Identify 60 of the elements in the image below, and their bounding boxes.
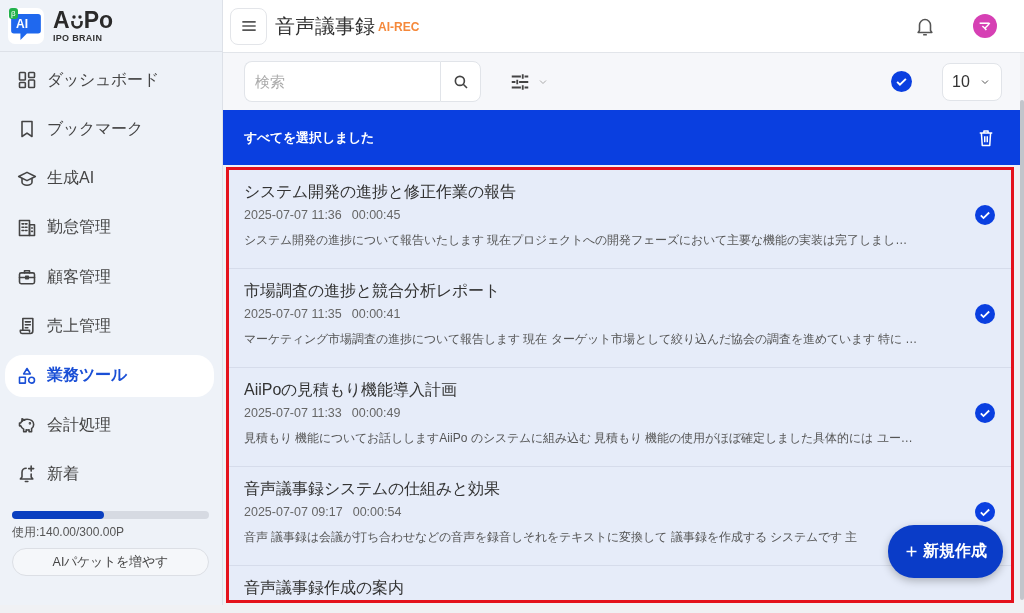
beta-badge: β <box>9 7 18 19</box>
duration-text: 00:00:41 <box>351 307 401 321</box>
search-field[interactable]: 検索 <box>244 61 440 102</box>
recording-title: 市場調査の進捗と競合分析レポート <box>244 281 500 301</box>
logo-tagline: IPO BRAIN <box>53 33 104 44</box>
nav-item[interactable]: 売上管理 <box>5 305 214 348</box>
shapes-icon <box>17 365 37 386</box>
duration-text: 00:00:49 <box>351 406 401 420</box>
date-text: 2025-07-07 11:35 <box>244 307 342 321</box>
page-size-select[interactable]: 10 <box>942 62 1002 101</box>
recording-title: 音声議事録作成の案内 <box>244 578 404 598</box>
nav-item[interactable]: ダッシュボード <box>5 59 214 101</box>
duration-text: 00:00:45 <box>351 208 401 222</box>
nav-item[interactable]: 会計処理 <box>5 404 214 447</box>
date-text: 2025-07-07 11:33 <box>244 406 342 420</box>
recording-row[interactable]: 音声議事録作成の案内 <box>229 566 1011 600</box>
nav-item[interactable]: 業務ツール <box>5 354 214 397</box>
snippet-text: 見積もり 機能についてお話ししますAiiPo のシステムに組み込む 見積もり 機能の使用がほぼ確定しました具体的には ユー… <box>244 430 913 447</box>
snippet-text: マーケティング市場調査の進捗について報告します 現在 ターゲット市場として絞り込んだ協会の調査を進めています 特に … <box>244 331 918 348</box>
grid-icon <box>17 70 37 90</box>
check-circle-icon[interactable] <box>975 304 995 324</box>
recording-row[interactable]: AiiPoの見積もり機能導入計画 2025-07-07 11:33 00:00:49 見積もり 機能についてお話ししますAiiPo のシステムに組み込む 見積もり 機能の使用がほぼ確定しました具体的には ユー… <box>229 368 1011 467</box>
check-circle-icon[interactable] <box>975 403 995 423</box>
duration-text: 00:00:54 <box>352 505 402 519</box>
receipt-icon <box>17 316 37 337</box>
plus-icon <box>904 544 919 559</box>
date-text: 2025-07-07 11:36 <box>244 208 342 222</box>
recording-row[interactable]: 市場調査の進捗と競合分析レポート 2025-07-07 11:35 00:00:41 マーケティング市場調査の進捗について報告します 現在 ターゲット市場として絞り込んだ協会の調査を進めています 特に … <box>229 269 1011 368</box>
snippet-text: システム開発の進捗について報告いたします 現在プロジェクトへの開発フェーズにおいて主要な機能の実装は完了しまし… <box>244 232 908 249</box>
date-text: 2025-07-07 09:17 <box>244 505 343 519</box>
add-packets-button[interactable]: AIパケットを増やす <box>12 548 209 577</box>
check-circle-icon[interactable] <box>975 205 995 225</box>
selection-text: すべてを選択しました <box>244 128 374 147</box>
nav-item[interactable]: 生成AI <box>5 157 214 200</box>
new-recording-button[interactable]: 新規作成 <box>888 525 1003 578</box>
recording-row[interactable]: システム開発の進捗と修正作業の報告 2025-07-07 11:36 00:00:45 システム開発の進捗について報告いたします 現在プロジェクトへの開発フェーズにおいて主要な機能の実装は完了しまし… <box>229 170 1011 269</box>
logo-wordmark: Po <box>83 7 113 33</box>
scrollbar-thumb[interactable] <box>1020 100 1024 600</box>
usage-text: 使用:140.00/300.00P <box>12 524 125 541</box>
smile-icon <box>70 14 83 30</box>
bell-plus-icon <box>17 464 37 485</box>
nav-item[interactable]: ブックマーク <box>5 108 214 151</box>
logo-wordmark: A <box>53 7 70 33</box>
user-avatar[interactable]: マ <box>973 14 997 38</box>
recording-title: システム開発の進捗と修正作業の報告 <box>244 182 516 202</box>
select-all-checkbox[interactable] <box>891 71 912 92</box>
recording-title: AiiPoの見積もり機能導入計画 <box>244 380 458 400</box>
search-button[interactable] <box>440 61 481 102</box>
nav-item[interactable]: 新着 <box>5 453 214 496</box>
nav-item[interactable]: 顧客管理 <box>5 256 214 299</box>
speech-bubble-icon <box>11 13 41 40</box>
check-circle-icon[interactable] <box>975 502 995 522</box>
nav-item[interactable]: 勤怠管理 <box>5 206 214 249</box>
recording-title: 音声議事録システムの仕組みと効果 <box>244 479 500 499</box>
logo-text: AI <box>16 17 28 30</box>
building-icon <box>17 217 37 238</box>
menu-button[interactable] <box>230 7 267 45</box>
page-title: 音声議事録 <box>275 13 375 39</box>
product-label: AI-REC <box>378 20 420 34</box>
snippet-text: 音声 議事録は会議が打ち合わせなどの音声を録音しそれをテキストに変換して 議事録を作成する システムです 主 <box>244 529 858 546</box>
